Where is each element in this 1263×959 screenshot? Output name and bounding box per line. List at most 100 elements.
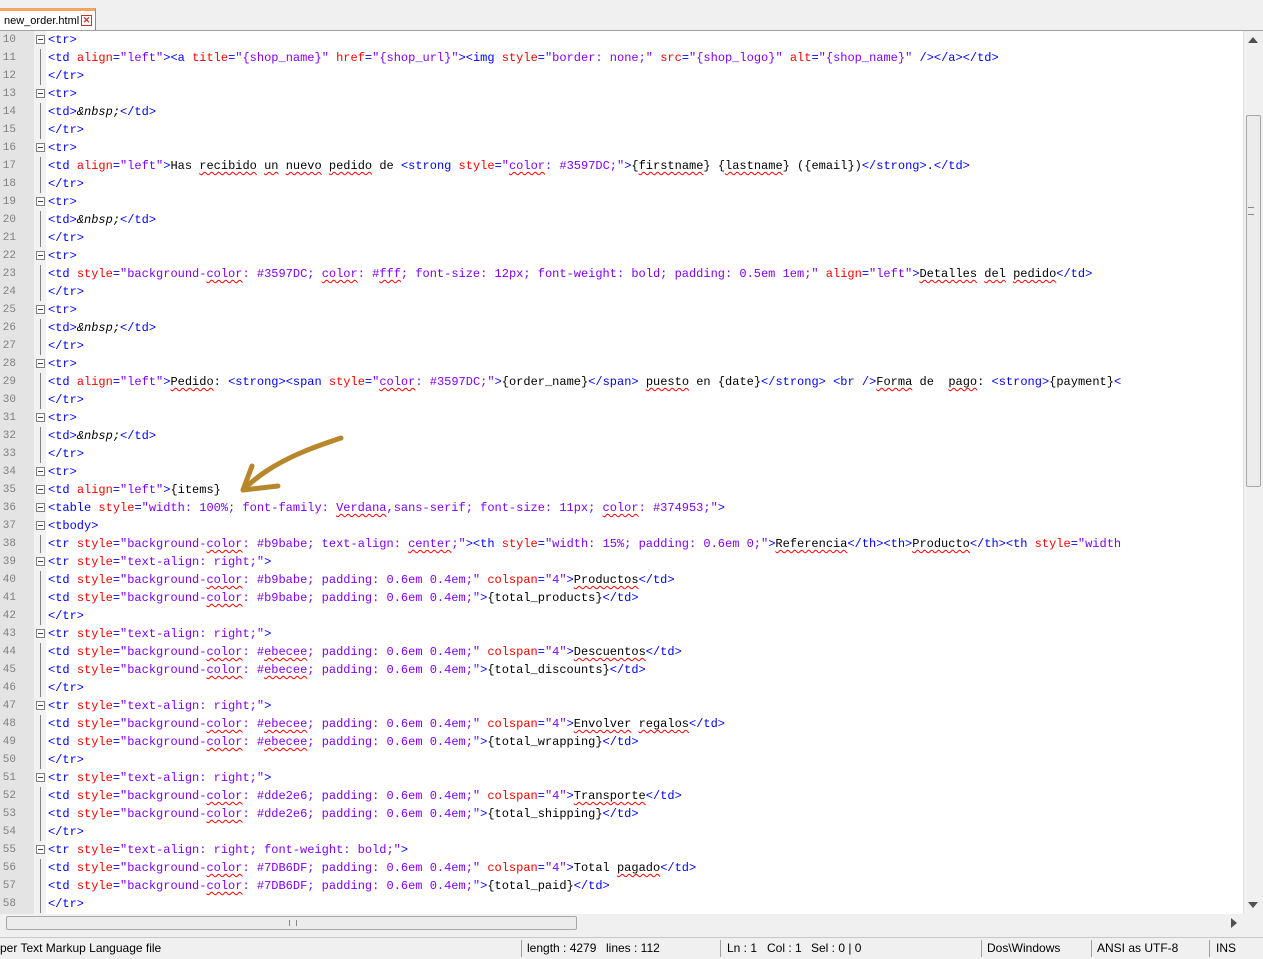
fold-collapse-icon[interactable] — [36, 359, 45, 368]
code-line[interactable]: 34 <tr> — [0, 463, 1243, 481]
fold-line — [40, 175, 41, 193]
code-line[interactable]: 39 <tr style="text-align: right;"> — [0, 553, 1243, 571]
code-token: ;" — [451, 537, 466, 551]
fold-collapse-icon[interactable] — [36, 557, 45, 566]
fold-collapse-icon[interactable] — [36, 485, 45, 494]
code-line[interactable]: 40 <td style="background-color: #b9babe; … — [0, 571, 1243, 589]
code-line[interactable]: 32 <td>&nbsp;</td> — [0, 427, 1243, 445]
code-text: <td align="left" > Pedido: <strong><span s… — [48, 373, 1121, 391]
close-icon[interactable]: ✕ — [81, 15, 92, 26]
code-token: </th><th> — [847, 537, 913, 551]
code-line[interactable]: 28 <tr> — [0, 355, 1243, 373]
code-line[interactable]: 53 <td style="background-color: #dde2e6; … — [0, 805, 1243, 823]
code-line[interactable]: 21 </tr> — [0, 229, 1243, 247]
code-line[interactable]: 37 <tbody> — [0, 517, 1243, 535]
fold-collapse-icon[interactable] — [36, 629, 45, 638]
line-number: 36 — [2, 502, 16, 514]
code-line[interactable]: 29 <td align="left" > Pedido: <strong><span… — [0, 373, 1243, 391]
code-line[interactable]: 55 <tr style="text-align: right; font-wei… — [0, 841, 1243, 859]
code-line[interactable]: 42 </tr> — [0, 607, 1243, 625]
code-line[interactable]: 18 </tr> — [0, 175, 1243, 193]
line-number: 20 — [2, 214, 16, 226]
code-line[interactable]: 11 <td align="left"><a title="{shop_name}… — [0, 49, 1243, 67]
code-line[interactable]: 54 </tr> — [0, 823, 1243, 841]
code-line[interactable]: 46 </tr> — [0, 679, 1243, 697]
code-token: "text-align: right;" — [120, 627, 265, 641]
fold-collapse-icon[interactable] — [36, 143, 45, 152]
code-line[interactable]: 22 <tr> — [0, 247, 1243, 265]
code-line[interactable]: 41 <td style="background-color: #b9babe; … — [0, 589, 1243, 607]
code-line[interactable]: 14 <td>&nbsp;</td> — [0, 103, 1243, 121]
code-line[interactable]: 43 <tr style="text-align: right;"> — [0, 625, 1243, 643]
code-line[interactable]: 12 </tr> — [0, 67, 1243, 85]
code-token: </tr> — [48, 69, 85, 83]
code-token: <tr> — [48, 249, 77, 263]
code-token: <strong><span — [228, 375, 329, 389]
line-number: 53 — [2, 808, 16, 820]
tab-new-order-html[interactable]: new_order.html ✕ — [0, 8, 96, 30]
code-line[interactable]: 51 <tr style="text-align: right;"> — [0, 769, 1243, 787]
code-token: "background- — [120, 735, 207, 749]
code-line[interactable]: 50 </tr> — [0, 751, 1243, 769]
code-line[interactable]: 58 </tr> — [0, 895, 1243, 913]
scroll-right-arrow-icon[interactable] — [1231, 918, 1237, 928]
code-line[interactable]: 20 <td>&nbsp;</td> — [0, 211, 1243, 229]
fold-collapse-icon[interactable] — [36, 35, 45, 44]
vertical-scroll-thumb[interactable] — [1246, 115, 1261, 487]
fold-collapse-icon[interactable] — [36, 845, 45, 854]
code-line[interactable]: 16 <tr> — [0, 139, 1243, 157]
fold-collapse-icon[interactable] — [36, 413, 45, 422]
code-token: = — [112, 51, 121, 65]
code-line[interactable]: 23 <td style="background-color: #3597DC; … — [0, 265, 1243, 283]
tab-label: new_order.html — [4, 14, 80, 27]
scroll-up-arrow-icon[interactable] — [1248, 37, 1258, 43]
fold-collapse-icon[interactable] — [36, 773, 45, 782]
code-line[interactable]: 36 <table style="width: 100%; font-family… — [0, 499, 1243, 517]
code-line[interactable]: 27 </tr> — [0, 337, 1243, 355]
code-token: alt — [789, 51, 812, 65]
fold-collapse-icon[interactable] — [36, 503, 45, 512]
code-line[interactable]: 19 <tr> — [0, 193, 1243, 211]
horizontal-scroll-thumb[interactable] — [6, 916, 577, 930]
code-line[interactable]: 44 <td style="background-color: #ebecee; … — [0, 643, 1243, 661]
code-line[interactable]: 38 <tr style="background-color: #b9babe; … — [0, 535, 1243, 553]
code-line[interactable]: 49 <td style="background-color: #ebecee; … — [0, 733, 1243, 751]
fold-collapse-icon[interactable] — [36, 305, 45, 314]
code-line[interactable]: 35 <td align="left">{items} — [0, 481, 1243, 499]
scroll-down-arrow-icon[interactable] — [1248, 902, 1258, 908]
code-token: = — [537, 789, 545, 803]
code-line[interactable]: 26 <td>&nbsp;</td> — [0, 319, 1243, 337]
code-token: <tr — [48, 627, 77, 641]
code-line[interactable]: 13 <tr> — [0, 85, 1243, 103]
code-token: style — [98, 501, 135, 515]
code-token: : #b9babe; padding: 0.6em 0.4em;" — [242, 573, 481, 587]
fold-collapse-icon[interactable] — [36, 251, 45, 260]
horizontal-scrollbar[interactable] — [0, 914, 1243, 932]
status-eol: Dos\Windows — [987, 941, 1061, 955]
code-line[interactable]: 31 <tr> — [0, 409, 1243, 427]
status-file-type: per Text Markup Language file — [0, 941, 162, 955]
code-line[interactable]: 33 </tr> — [0, 445, 1243, 463]
code-line[interactable]: 45 <td style="background-color: #ebecee; … — [0, 661, 1243, 679]
code-token: = — [537, 573, 545, 587]
fold-collapse-icon[interactable] — [36, 521, 45, 530]
code-line[interactable]: 47 <tr style="text-align: right;"> — [0, 697, 1243, 715]
code-line[interactable]: 15 </tr> — [0, 121, 1243, 139]
code-line[interactable]: 10 <tr> — [0, 31, 1243, 49]
code-line[interactable]: 57 <td style="background-color: #7DB6DF; … — [0, 877, 1243, 895]
fold-collapse-icon[interactable] — [36, 467, 45, 476]
code-line[interactable]: 30 </tr> — [0, 391, 1243, 409]
code-token: = — [112, 807, 121, 821]
vertical-scrollbar[interactable] — [1243, 31, 1263, 914]
code-editor[interactable]: 10 <tr> 11 <td align="left"><a title="{shop… — [0, 31, 1263, 914]
code-line[interactable]: 24 </tr> — [0, 283, 1243, 301]
code-area[interactable]: 10 <tr> 11 <td align="left"><a title="{shop… — [0, 31, 1243, 914]
fold-collapse-icon[interactable] — [36, 89, 45, 98]
fold-collapse-icon[interactable] — [36, 701, 45, 710]
code-line[interactable]: 52 <td style="background-color: #dde2e6; … — [0, 787, 1243, 805]
code-line[interactable]: 48 <td style="background-color: #ebecee; … — [0, 715, 1243, 733]
fold-collapse-icon[interactable] — [36, 197, 45, 206]
code-line[interactable]: 25 <tr> — [0, 301, 1243, 319]
code-line[interactable]: 56 <td style="background-color: #7DB6DF; … — [0, 859, 1243, 877]
code-line[interactable]: 17 <td align="left">Has recibido un nuevo… — [0, 157, 1243, 175]
